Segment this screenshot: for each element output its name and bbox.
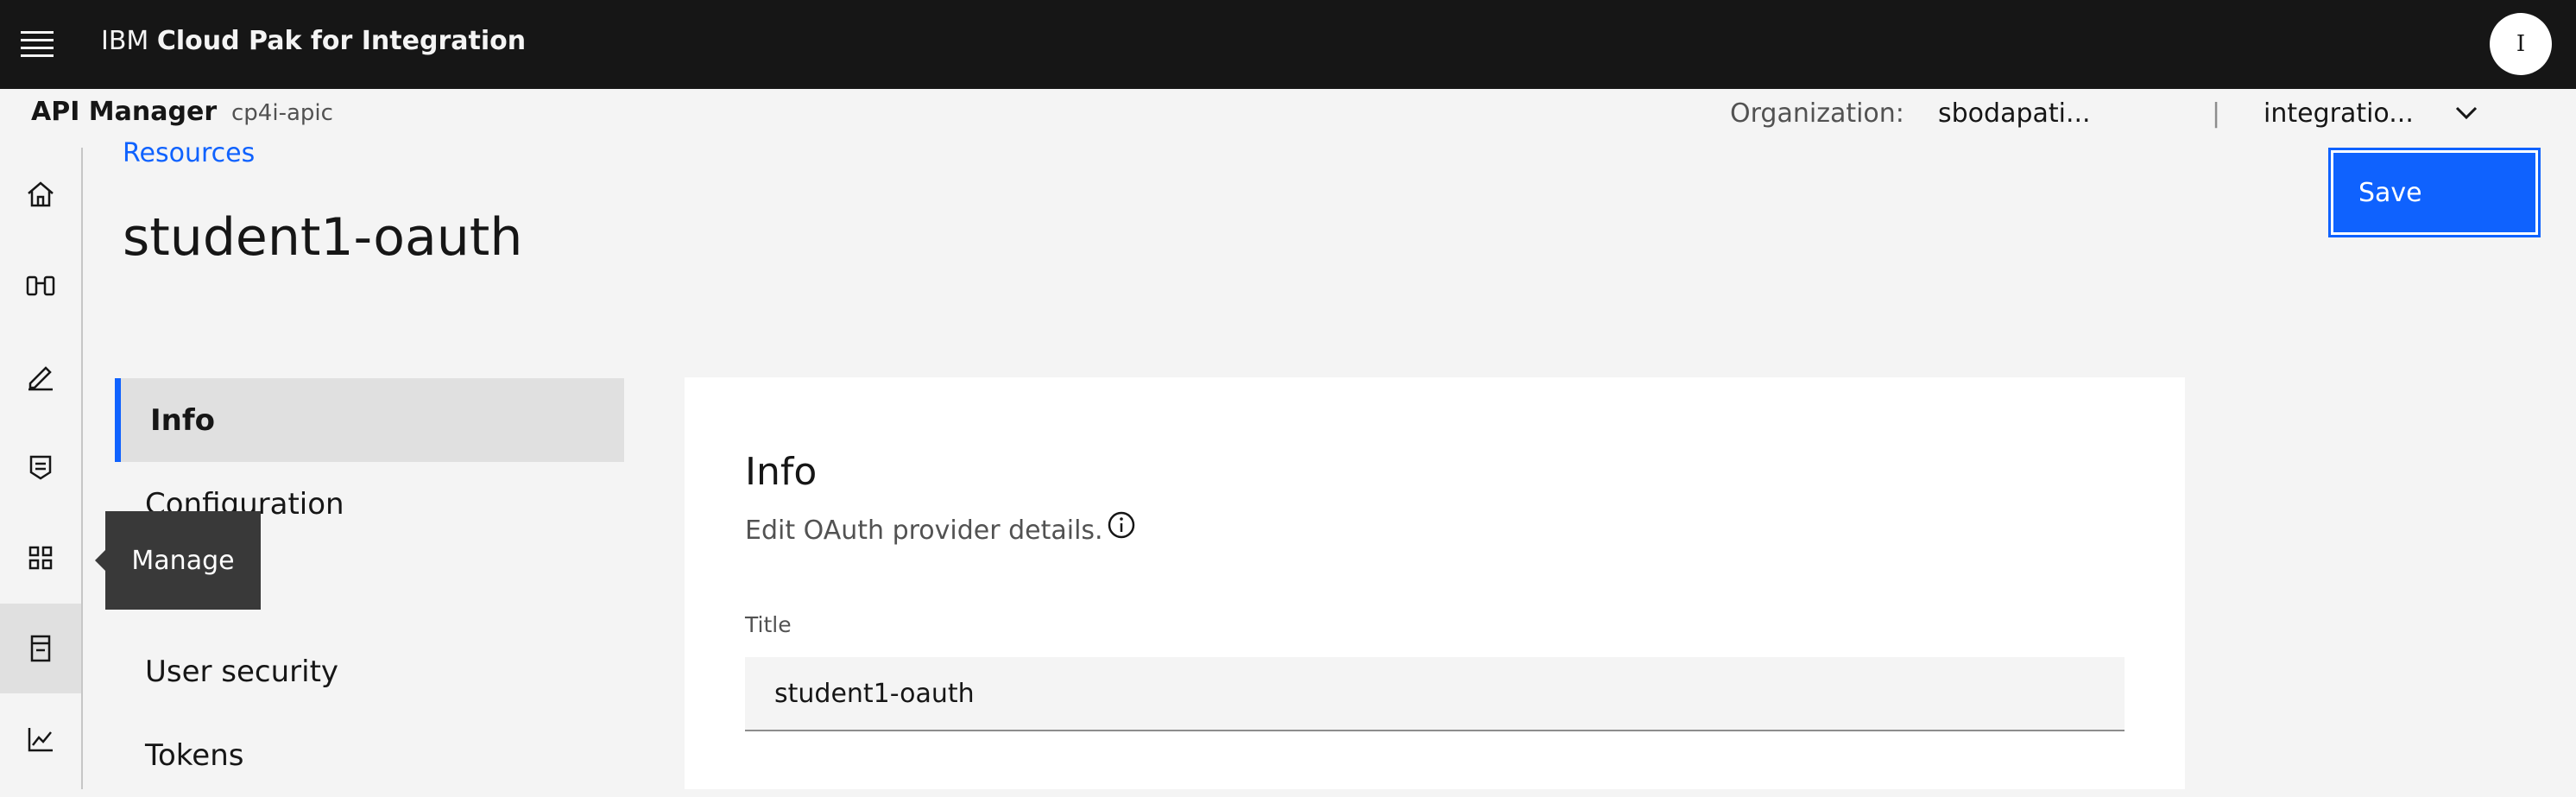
menu-icon[interactable]: [21, 31, 54, 57]
organization-label: Organization:: [1730, 98, 1904, 129]
binoculars-icon: [26, 275, 55, 296]
save-button[interactable]: Save: [2328, 148, 2541, 237]
tab-tokens[interactable]: Tokens: [115, 713, 624, 797]
nav-explore[interactable]: [0, 241, 81, 331]
top-bar: IBM Cloud Pak for Integration I: [0, 0, 2576, 89]
home-icon: [28, 181, 54, 207]
info-card: Info Edit OAuth provider details. Title: [685, 377, 2185, 789]
brand-title[interactable]: IBM Cloud Pak for Integration: [101, 26, 526, 56]
brand-prefix: IBM: [101, 26, 149, 56]
nav-develop[interactable]: [0, 332, 81, 421]
card-title: Info: [745, 450, 818, 494]
manage-tooltip: Manage: [95, 511, 261, 610]
title-field[interactable]: [745, 657, 2125, 731]
organization-value[interactable]: sbodapati...: [1938, 98, 2091, 129]
grid-icon: [28, 546, 53, 570]
card-description-text: Edit OAuth provider details.: [745, 516, 1103, 546]
side-nav: [0, 148, 83, 789]
brand-product: Cloud Pak for Integration: [156, 26, 527, 56]
chevron-down-icon[interactable]: [2450, 100, 2483, 126]
card-description: Edit OAuth provider details.: [745, 511, 1136, 546]
page-title: student1-oauth: [123, 207, 523, 268]
sub-header: [0, 89, 2576, 148]
building-icon: [30, 635, 51, 662]
nav-resources[interactable]: [0, 604, 81, 693]
checklist-icon: [29, 455, 52, 480]
nav-manage[interactable]: [0, 513, 81, 603]
info-icon[interactable]: [1107, 510, 1136, 540]
tab-info[interactable]: Info: [115, 378, 624, 462]
breadcrumb[interactable]: Resources: [123, 138, 255, 168]
nav-home[interactable]: [0, 149, 81, 239]
avatar[interactable]: I: [2490, 13, 2552, 75]
catalog-name: cp4i-apic: [231, 100, 333, 126]
tab-user-security[interactable]: User security: [115, 629, 624, 713]
chart-line-icon: [28, 728, 53, 752]
space-selector[interactable]: integratio...: [2263, 98, 2414, 129]
separator: |: [2212, 98, 2221, 129]
title-field-label: Title: [745, 612, 792, 637]
nav-analytics[interactable]: [0, 694, 81, 784]
nav-test[interactable]: [0, 422, 81, 512]
app-name: API Manager: [31, 97, 218, 127]
pencil-icon: [28, 366, 53, 391]
